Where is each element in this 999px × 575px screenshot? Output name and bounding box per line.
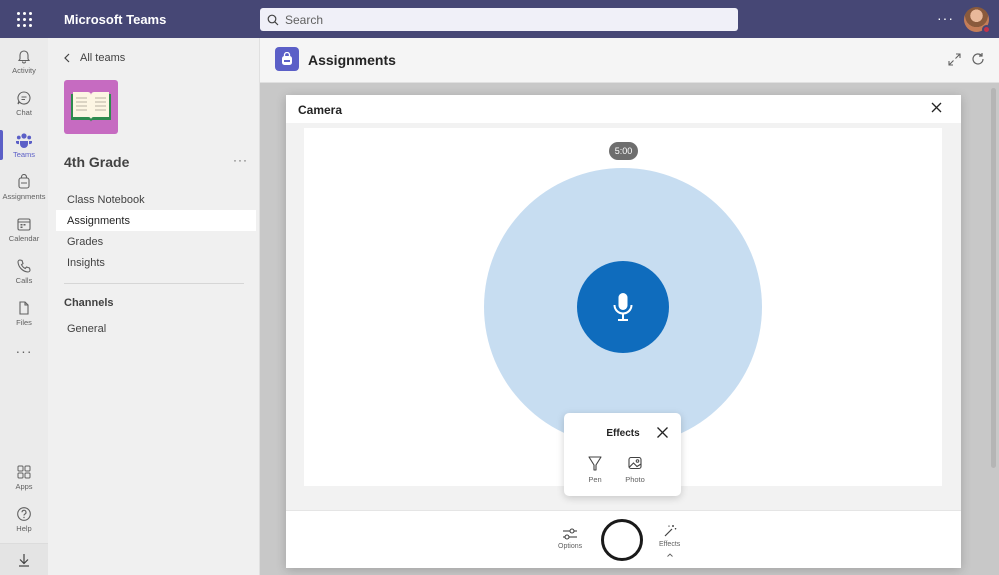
presence-badge [982, 25, 991, 34]
rail-label: Help [16, 523, 32, 533]
photo-icon [628, 456, 642, 470]
apps-icon [17, 465, 31, 478]
scrollbar[interactable] [991, 84, 997, 575]
rail-label: Activity [12, 65, 36, 75]
divider [64, 283, 244, 284]
team-more-button[interactable]: ··· [233, 153, 248, 167]
channels-heading: Channels [64, 297, 114, 309]
sliders-icon [563, 528, 578, 540]
help-icon [17, 506, 31, 521]
download-button[interactable] [0, 543, 48, 575]
app-launcher-button[interactable] [0, 0, 48, 38]
rail-item-activity[interactable]: Activity [0, 40, 48, 82]
app-title: Microsoft Teams [64, 11, 167, 27]
magic-wand-icon [664, 525, 676, 537]
camera-dialog: Camera 5:00 Options Effects [286, 95, 961, 568]
app-rail: Activity Chat Teams Assignments Calendar… [0, 38, 48, 575]
effects-popover: Effects Pen Photo [564, 413, 681, 496]
team-panel: All teams 4th Grade ··· Class Notebook A… [48, 38, 260, 575]
back-label: All teams [80, 52, 126, 64]
team-avatar [64, 80, 118, 134]
nav-item-class-notebook[interactable]: Class Notebook [56, 189, 256, 210]
camera-toolbar: Options Effects [286, 510, 961, 568]
more-options-button[interactable]: ··· [937, 10, 954, 26]
dialog-header: Camera [286, 95, 961, 123]
waffle-icon [16, 11, 32, 27]
nav-item-grades[interactable]: Grades [56, 231, 256, 252]
options-button[interactable]: Options [558, 528, 582, 550]
team-name: 4th Grade [64, 154, 130, 170]
rail-label: Chat [16, 107, 32, 117]
rail-item-files[interactable]: Files [0, 292, 48, 334]
effect-label: Photo [625, 475, 645, 484]
effect-label: Pen [588, 475, 602, 484]
book-icon [71, 92, 111, 122]
rail-label: Teams [12, 149, 36, 159]
backpack-icon [282, 52, 292, 65]
microphone-button[interactable] [577, 261, 669, 353]
search-box[interactable] [260, 8, 738, 31]
rail-item-help[interactable]: Help [0, 498, 48, 540]
rail-item-calendar[interactable]: Calendar [0, 208, 48, 250]
bell-icon [17, 49, 31, 63]
all-teams-link[interactable]: All teams [64, 52, 125, 64]
page-title: Assignments [308, 52, 396, 68]
title-bar: Microsoft Teams ··· [0, 0, 999, 38]
pen-icon [588, 456, 602, 471]
rail-item-teams[interactable]: Teams [0, 124, 48, 166]
rail-label: Files [16, 317, 32, 327]
chat-icon [17, 90, 31, 104]
avatar[interactable] [964, 7, 991, 34]
effect-photo-button[interactable]: Photo [617, 455, 653, 484]
close-icon[interactable] [656, 426, 669, 439]
download-icon [19, 553, 29, 567]
rail-label: Apps [15, 481, 33, 491]
more-apps-button[interactable]: ··· [0, 343, 48, 359]
teams-icon [16, 132, 32, 148]
effects-button[interactable]: Effects [659, 524, 680, 548]
nav-item-insights[interactable]: Insights [56, 252, 256, 273]
rail-item-assignments[interactable]: Assignments [0, 166, 48, 208]
record-shutter-button[interactable] [601, 519, 643, 561]
calendar-icon [17, 217, 31, 231]
effect-pen-button[interactable]: Pen [577, 455, 613, 484]
rail-label: Calendar [8, 233, 40, 243]
rail-label: Assignments [2, 191, 46, 201]
options-label: Options [558, 543, 583, 550]
scrollbar-thumb[interactable] [991, 88, 996, 468]
search-input[interactable] [285, 12, 725, 27]
assignments-app-icon [275, 47, 299, 71]
refresh-icon[interactable] [971, 52, 985, 66]
rail-item-calls[interactable]: Calls [0, 250, 48, 292]
recording-timer: 5:00 [609, 142, 638, 160]
rail-item-chat[interactable]: Chat [0, 82, 48, 124]
expand-icon[interactable] [948, 53, 961, 66]
phone-icon [17, 258, 31, 273]
close-icon[interactable] [930, 101, 943, 114]
microphone-icon [613, 293, 633, 321]
assignments-icon [18, 173, 30, 189]
nav-item-assignments[interactable]: Assignments [56, 210, 256, 231]
dialog-title: Camera [298, 103, 343, 117]
file-icon [19, 300, 29, 315]
chevron-left-icon [64, 53, 70, 63]
channel-item-general[interactable]: General [56, 318, 256, 339]
rail-item-apps[interactable]: Apps [0, 456, 48, 498]
search-icon [267, 14, 279, 25]
app-header: Assignments [260, 38, 999, 83]
chevron-up-icon [667, 553, 673, 557]
effects-label: Effects [659, 541, 681, 548]
rail-label: Calls [15, 275, 33, 285]
